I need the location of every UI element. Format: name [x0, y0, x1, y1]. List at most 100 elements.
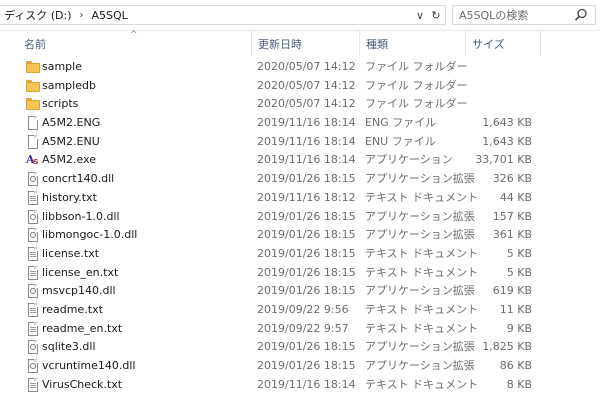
file-type: ファイル フォルダー [365, 60, 468, 73]
file-type: テキスト ドキュメント [365, 265, 479, 279]
file-row[interactable]: libbson-1.0.dll 2019/01/26 18:15 アプリケーション拡… [0, 208, 600, 227]
file-type: テキスト ドキュメント [365, 190, 479, 204]
file-row[interactable]: sample 2020/05/07 14:12 ファイル フォルダー [0, 58, 600, 77]
file-size: 157 KB [492, 209, 532, 223]
file-row[interactable]: license_en.txt 2019/01/26 18:15 テキスト ドキュメン… [0, 264, 600, 283]
breadcrumb[interactable]: ディスク (D:) › A5SQL ∨ ↻ [0, 5, 446, 25]
file-size: 9 KB [506, 321, 532, 335]
address-bar: ディスク (D:) › A5SQL ∨ ↻ A5SQLの検索 [0, 0, 600, 31]
file-row[interactable]: readme.txt 2019/09/22 9:56 テキスト ドキュメント 11 K… [0, 301, 600, 320]
file-row[interactable]: A5M2.ENU 2019/11/16 18:14 ENU ファイル 1,643 KB [0, 133, 600, 152]
file-modified-date: 2019/01/26 18:15 [257, 228, 356, 242]
file-name: readme.txt [42, 302, 103, 316]
file-name: scripts [42, 97, 79, 111]
file-name: A5M2.ENU [42, 134, 100, 148]
file-row[interactable]: license.txt 2019/01/26 18:15 テキスト ドキュメント 5 … [0, 245, 600, 264]
file-modified-date: 2019/11/16 18:14 [257, 377, 356, 391]
file-row[interactable]: vcruntime140.dll 2019/01/26 18:15 アプリケーション… [0, 357, 600, 376]
file-type: アプリケーション拡張 [365, 209, 475, 223]
file-modified-date: 2019/01/26 18:15 [257, 340, 356, 354]
file-size: 8 KB [506, 377, 532, 391]
file-name: sampledb [42, 78, 96, 92]
file-modified-date: 2020/05/07 14:12 [257, 78, 356, 92]
file-list: sample 2020/05/07 14:12 ファイル フォルダー sampledb… [0, 58, 600, 394]
file-modified-date: 2019/01/26 18:15 [257, 359, 356, 372]
file-type: アプリケーション拡張 [365, 359, 475, 372]
file-size: 326 KB [492, 172, 532, 186]
file-modified-date: 2019/01/26 18:15 [257, 246, 356, 260]
file-size: 5 KB [506, 246, 532, 260]
file-size: 5 KB [506, 265, 532, 279]
column-header-size[interactable]: サイズ [472, 36, 505, 52]
file-row[interactable]: As A5M2.exe 2019/11/16 18:14 アプリケーション 33,701… [0, 151, 600, 170]
refresh-icon[interactable]: ↻ [428, 6, 444, 24]
file-type: ファイル フォルダー [365, 97, 468, 111]
file-name: license_en.txt [42, 265, 119, 279]
file-size: 1,643 KB [482, 116, 532, 130]
column-divider[interactable] [540, 30, 541, 56]
file-type: ENU ファイル [365, 134, 436, 148]
column-header-type[interactable]: 種類 [366, 36, 388, 52]
file-name: VirusCheck.txt [42, 377, 123, 391]
file-name: libmongoc-1.0.dll [42, 228, 138, 242]
file-type: テキスト ドキュメント [365, 377, 479, 391]
file-size: 619 KB [492, 284, 532, 298]
file-size: 1,643 KB [482, 134, 532, 148]
file-row[interactable]: VirusCheck.txt 2019/11/16 18:14 テキスト ドキュメン… [0, 376, 600, 395]
file-name: A5M2.exe [42, 153, 97, 167]
search-box[interactable]: A5SQLの検索 [452, 5, 596, 25]
file-size: 361 KB [492, 228, 532, 242]
file-name: vcruntime140.dll [42, 359, 136, 372]
file-type: テキスト ドキュメント [365, 321, 479, 335]
file-modified-date: 2019/09/22 9:56 [257, 302, 349, 316]
file-type: アプリケーション拡張 [365, 172, 475, 186]
file-modified-date: 2019/11/16 18:12 [257, 190, 356, 204]
file-name: A5M2.ENG [42, 116, 101, 130]
file-modified-date: 2019/11/16 18:14 [257, 134, 356, 148]
file-size: 44 KB [499, 190, 532, 204]
file-name: history.txt [42, 190, 97, 204]
file-modified-date: 2019/11/16 18:14 [257, 116, 356, 130]
file-type: アプリケーション拡張 [365, 340, 475, 354]
file-type: アプリケーション拡張 [365, 228, 475, 242]
file-size: 1,825 KB [482, 340, 532, 354]
file-name: concrt140.dll [42, 172, 115, 186]
file-modified-date: 2019/01/26 18:15 [257, 172, 356, 186]
search-icon[interactable] [573, 7, 589, 23]
file-modified-date: 2020/05/07 14:12 [257, 60, 356, 73]
file-size: 86 KB [499, 359, 532, 372]
column-divider[interactable] [465, 30, 466, 56]
file-modified-date: 2019/01/26 18:15 [257, 284, 356, 298]
file-type: アプリケーション [365, 153, 453, 167]
chevron-down-icon[interactable]: ∨ [412, 6, 428, 24]
sort-ascending-icon: ^ [130, 30, 138, 40]
file-modified-date: 2019/01/26 18:15 [257, 209, 356, 223]
file-type: ENG ファイル [365, 116, 437, 130]
file-name: license.txt [42, 246, 100, 260]
column-header-name[interactable]: 名前 [24, 36, 46, 52]
file-row[interactable]: sqlite3.dll 2019/01/26 18:15 アプリケーション拡張 1,8… [0, 338, 600, 357]
file-modified-date: 2019/11/16 18:14 [257, 153, 356, 167]
file-row[interactable]: msvcp140.dll 2019/01/26 18:15 アプリケーション拡張 61… [0, 282, 600, 301]
column-header-date[interactable]: 更新日時 [258, 36, 302, 52]
file-row[interactable]: A5M2.ENG 2019/11/16 18:14 ENG ファイル 1,643 KB [0, 114, 600, 133]
file-type: ファイル フォルダー [365, 78, 468, 92]
file-row[interactable]: history.txt 2019/11/16 18:12 テキスト ドキュメント 44… [0, 189, 600, 208]
column-divider[interactable] [251, 30, 252, 56]
column-divider[interactable] [359, 30, 360, 56]
file-type: テキスト ドキュメント [365, 302, 479, 316]
file-row[interactable]: sampledb 2020/05/07 14:12 ファイル フォルダー [0, 77, 600, 96]
chevron-right-icon[interactable]: › [76, 10, 88, 21]
file-row[interactable]: concrt140.dll 2019/01/26 18:15 アプリケーション拡張 3… [0, 170, 600, 189]
search-input[interactable]: A5SQLの検索 [453, 7, 573, 23]
file-row[interactable]: readme_en.txt 2019/09/22 9:57 テキスト ドキュメント 9… [0, 320, 600, 339]
file-type: アプリケーション拡張 [365, 284, 475, 298]
file-name: sample [42, 60, 82, 73]
breadcrumb-drive[interactable]: ディスク (D:) [0, 7, 76, 23]
file-name: sqlite3.dll [42, 340, 96, 354]
file-size: 11 KB [499, 302, 532, 316]
breadcrumb-folder[interactable]: A5SQL [88, 9, 132, 22]
file-name: libbson-1.0.dll [42, 209, 120, 223]
file-row[interactable]: scripts 2020/05/07 14:12 ファイル フォルダー [0, 95, 600, 114]
file-row[interactable]: libmongoc-1.0.dll 2019/01/26 18:15 アプリケーショ… [0, 226, 600, 245]
